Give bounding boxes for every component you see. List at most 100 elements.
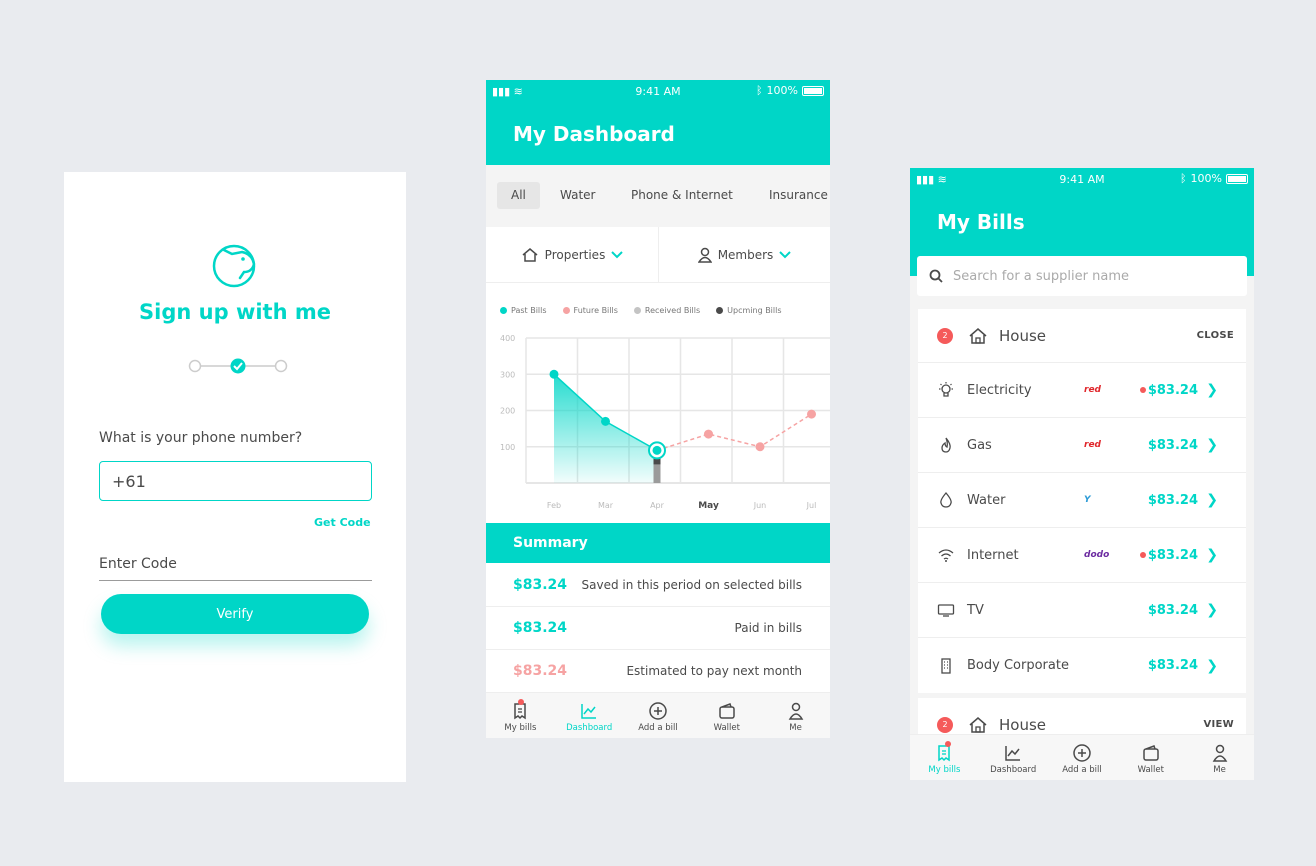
tab-label: Dashboard bbox=[990, 765, 1037, 775]
supplier-logo: dodo bbox=[1084, 550, 1110, 560]
supplier-logo: red bbox=[1084, 440, 1101, 450]
past-bill-point bbox=[549, 369, 559, 379]
chevron-right-icon: ❯ bbox=[1206, 492, 1218, 508]
past-bills-area bbox=[554, 374, 657, 483]
phone-input[interactable] bbox=[99, 461, 372, 501]
person-icon bbox=[788, 702, 803, 720]
tab-add-bill[interactable]: Add a bill bbox=[1048, 735, 1117, 780]
bill-name: Water bbox=[967, 492, 1006, 508]
battery-icon bbox=[1226, 173, 1248, 184]
dog-logo-icon bbox=[212, 244, 256, 288]
notification-dot bbox=[945, 741, 951, 747]
house-group-card: 2 House CLOSE Electricity red $83.24 ❯ G… bbox=[918, 309, 1246, 693]
signup-title: Sign up with me bbox=[139, 300, 331, 324]
y-tick-label: 100 bbox=[500, 443, 515, 452]
battery-text: 100% bbox=[1190, 172, 1222, 185]
tab-label: Add a bill bbox=[638, 723, 678, 733]
bill-row-electricity[interactable]: Electricity red $83.24 ❯ bbox=[918, 363, 1246, 418]
tab-my-bills[interactable]: My bills bbox=[910, 735, 979, 780]
summary-row: $83.24 Saved in this period on selected … bbox=[486, 564, 830, 607]
legend-received: Received Bills bbox=[633, 306, 700, 315]
tab-add-bill[interactable]: Add a bill bbox=[624, 693, 693, 738]
tab-label: Wallet bbox=[713, 723, 740, 733]
group-header[interactable]: 2 House CLOSE bbox=[918, 309, 1246, 363]
verify-button[interactable]: Verify bbox=[101, 594, 369, 634]
bill-row-tv[interactable]: TV $83.24 ❯ bbox=[918, 583, 1246, 638]
supplier-logo: Y bbox=[1084, 495, 1091, 505]
dashboard-header: ▮▮▮ ≋ 9:41 AM ᛒ 100% My Dashboard bbox=[486, 80, 830, 165]
chevron-right-icon: ❯ bbox=[1206, 657, 1218, 674]
bill-price: $83.24 bbox=[1147, 382, 1198, 398]
signup-card: Sign up with me What is your phone numbe… bbox=[64, 172, 406, 782]
bill-row-water[interactable]: Water Y $83.24 ❯ bbox=[918, 473, 1246, 528]
chart-legend: Past Bills Future Bills Received Bills U… bbox=[500, 306, 782, 315]
bill-name: Gas bbox=[967, 437, 992, 453]
future-bill-point bbox=[807, 409, 816, 419]
supplier-search[interactable] bbox=[917, 256, 1247, 296]
tab-me[interactable]: Me bbox=[761, 693, 830, 738]
bottom-tab-bar: My bills Dashboard Add a bill Wallet Me bbox=[486, 692, 830, 738]
page-title: My Dashboard bbox=[513, 122, 675, 146]
tab-wallet[interactable]: Wallet bbox=[692, 693, 761, 738]
chevron-right-icon: ❯ bbox=[1206, 437, 1218, 453]
summary-row: $83.24 Paid in bills bbox=[486, 607, 830, 650]
tab-phone-internet[interactable]: Phone & Internet bbox=[631, 182, 733, 209]
tab-label: Add a bill bbox=[1062, 765, 1102, 775]
summary-amount: $83.24 bbox=[513, 620, 568, 636]
battery-text: 100% bbox=[766, 84, 798, 97]
bill-price: $83.24 bbox=[1147, 547, 1198, 563]
bluetooth-icon: ᛒ bbox=[1179, 172, 1187, 185]
tab-me[interactable]: Me bbox=[1185, 735, 1254, 780]
chevron-right-icon: ❯ bbox=[1206, 547, 1218, 563]
dashboard-screen: ▮▮▮ ≋ 9:41 AM ᛒ 100% My Dashboard All Wat… bbox=[486, 80, 830, 738]
battery-icon bbox=[802, 85, 824, 96]
legend-past: Past Bills bbox=[500, 306, 547, 315]
tab-water[interactable]: Water bbox=[560, 182, 595, 209]
group-name: House bbox=[999, 715, 1047, 734]
summary-desc: Estimated to pay next month bbox=[626, 664, 802, 678]
chevron-down-icon bbox=[779, 250, 792, 258]
bill-icon bbox=[938, 745, 951, 762]
page-title: My Bills bbox=[937, 210, 1025, 234]
bill-name: TV bbox=[967, 602, 984, 618]
code-input[interactable] bbox=[99, 548, 372, 581]
tab-wallet[interactable]: Wallet bbox=[1116, 735, 1185, 780]
count-badge: 2 bbox=[937, 716, 953, 733]
house-icon bbox=[969, 716, 987, 733]
tab-my-bills[interactable]: My bills bbox=[486, 693, 555, 738]
bills-screen: ▮▮▮ ≋ 9:41 AM ᛒ100% My Bills 2 House CLO… bbox=[910, 168, 1254, 780]
search-input[interactable] bbox=[953, 268, 1213, 284]
legend-future: Future Bills bbox=[562, 306, 618, 315]
bill-row-internet[interactable]: Internet dodo $83.24 ❯ bbox=[918, 528, 1246, 583]
summary-amount: $83.24 bbox=[513, 577, 568, 593]
close-button[interactable]: CLOSE bbox=[1197, 330, 1234, 341]
tab-label: My bills bbox=[504, 723, 537, 733]
chevron-right-icon: ❯ bbox=[1206, 382, 1218, 398]
bill-row-gas[interactable]: Gas red $83.24 ❯ bbox=[918, 418, 1246, 473]
count-badge: 2 bbox=[937, 327, 953, 344]
bill-price: $83.24 bbox=[1147, 492, 1198, 508]
view-button[interactable]: VIEW bbox=[1203, 719, 1234, 730]
bill-name: Body Corporate bbox=[967, 658, 1069, 673]
properties-dropdown[interactable]: Properties bbox=[486, 227, 658, 283]
plus-circle-icon bbox=[1073, 744, 1091, 762]
x-tick-label: Jun bbox=[753, 501, 767, 510]
tab-dashboard[interactable]: Dashboard bbox=[979, 735, 1048, 780]
bluetooth-icon: ᛒ bbox=[755, 84, 763, 97]
tab-insurance[interactable]: Insurance bbox=[769, 182, 828, 209]
bill-row-body-corporate[interactable]: Body Corporate $83.24 ❯ bbox=[918, 638, 1246, 693]
building-icon bbox=[936, 656, 956, 676]
person-icon bbox=[1212, 744, 1227, 762]
alert-dot bbox=[1140, 387, 1146, 393]
tab-dashboard[interactable]: Dashboard bbox=[555, 693, 624, 738]
get-code-link[interactable]: Get Code bbox=[314, 516, 371, 529]
tab-label: Wallet bbox=[1137, 765, 1164, 775]
members-dropdown[interactable]: Members bbox=[658, 227, 830, 283]
flame-icon bbox=[936, 435, 956, 455]
tab-all[interactable]: All bbox=[497, 182, 540, 209]
summary-desc: Paid in bills bbox=[734, 621, 802, 635]
phone-question: What is your phone number? bbox=[99, 430, 303, 446]
wallet-icon bbox=[1143, 745, 1159, 761]
tab-label: Me bbox=[789, 723, 802, 733]
bill-price: $83.24 bbox=[1147, 658, 1198, 673]
